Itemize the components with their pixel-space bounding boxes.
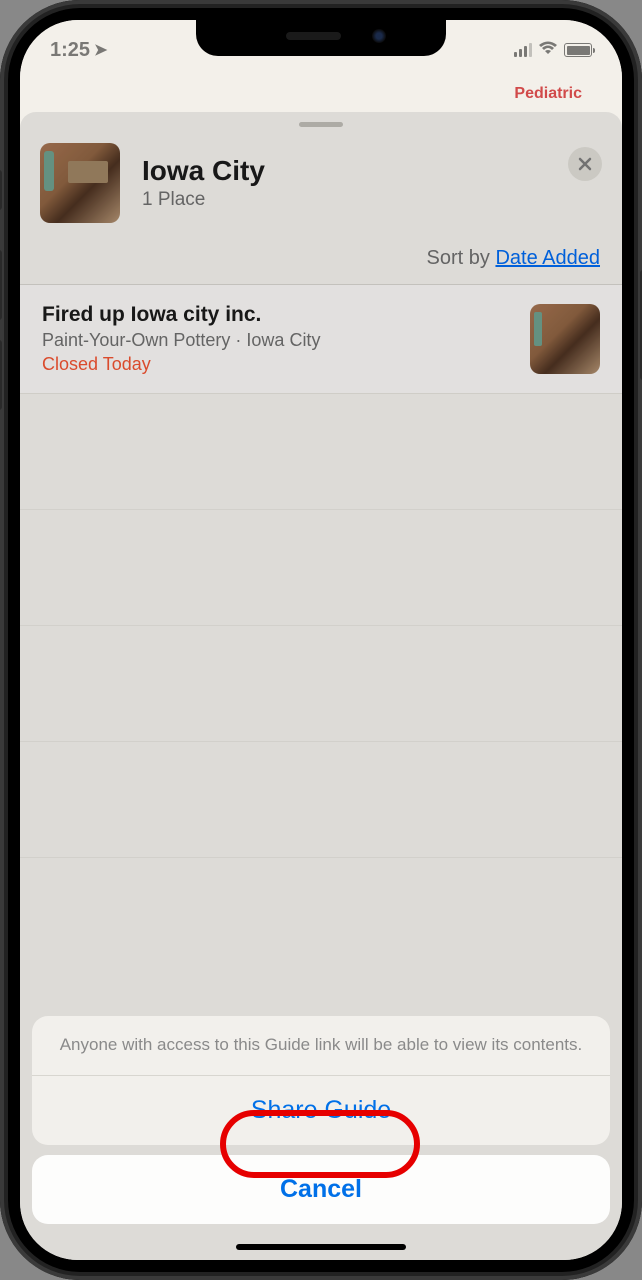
guide-subtitle: 1 Place xyxy=(142,189,265,211)
volume-up-button xyxy=(0,250,2,320)
screen: 1:25 ➤ Pediatric Iowa City xyxy=(20,20,622,1260)
guide-sheet: Iowa City 1 Place Sort by Date Added Fir… xyxy=(20,112,622,1260)
share-guide-button[interactable]: Share Guide xyxy=(32,1076,610,1145)
action-sheet-message: Anyone with access to this Guide link wi… xyxy=(32,1016,610,1076)
action-group: Anyone with access to this Guide link wi… xyxy=(32,1016,610,1145)
empty-list-area xyxy=(20,394,622,858)
notch xyxy=(196,20,446,56)
guide-title: Iowa City xyxy=(142,155,265,187)
place-thumbnail xyxy=(530,304,600,374)
place-meta: Paint-Your-Own Pottery · Iowa City xyxy=(42,330,530,351)
status-time: 1:25 xyxy=(50,39,90,62)
close-button[interactable] xyxy=(568,147,602,181)
cancel-button[interactable]: Cancel xyxy=(32,1155,610,1224)
place-name: Fired up Iowa city inc. xyxy=(42,303,530,327)
cancel-group: Cancel xyxy=(32,1155,610,1224)
sort-row: Sort by Date Added xyxy=(20,237,622,285)
volume-down-button xyxy=(0,340,2,410)
guide-header: Iowa City 1 Place xyxy=(20,133,622,237)
cellular-signal-icon xyxy=(514,43,532,57)
place-row[interactable]: Fired up Iowa city inc. Paint-Your-Own P… xyxy=(20,285,622,394)
phone-frame: 1:25 ➤ Pediatric Iowa City xyxy=(0,0,642,1280)
sort-label: Sort by xyxy=(427,247,496,269)
sort-button[interactable]: Date Added xyxy=(495,247,600,269)
battery-icon xyxy=(564,43,592,57)
silent-switch xyxy=(0,170,2,210)
wifi-icon xyxy=(538,40,558,61)
guide-thumbnail xyxy=(40,143,120,223)
place-status: Closed Today xyxy=(42,354,530,375)
location-services-icon: ➤ xyxy=(94,40,107,60)
sheet-grabber[interactable] xyxy=(299,122,343,127)
action-sheet: Anyone with access to this Guide link wi… xyxy=(32,1016,610,1224)
home-indicator[interactable] xyxy=(236,1244,406,1250)
map-poi-label: Pediatric xyxy=(514,85,582,103)
